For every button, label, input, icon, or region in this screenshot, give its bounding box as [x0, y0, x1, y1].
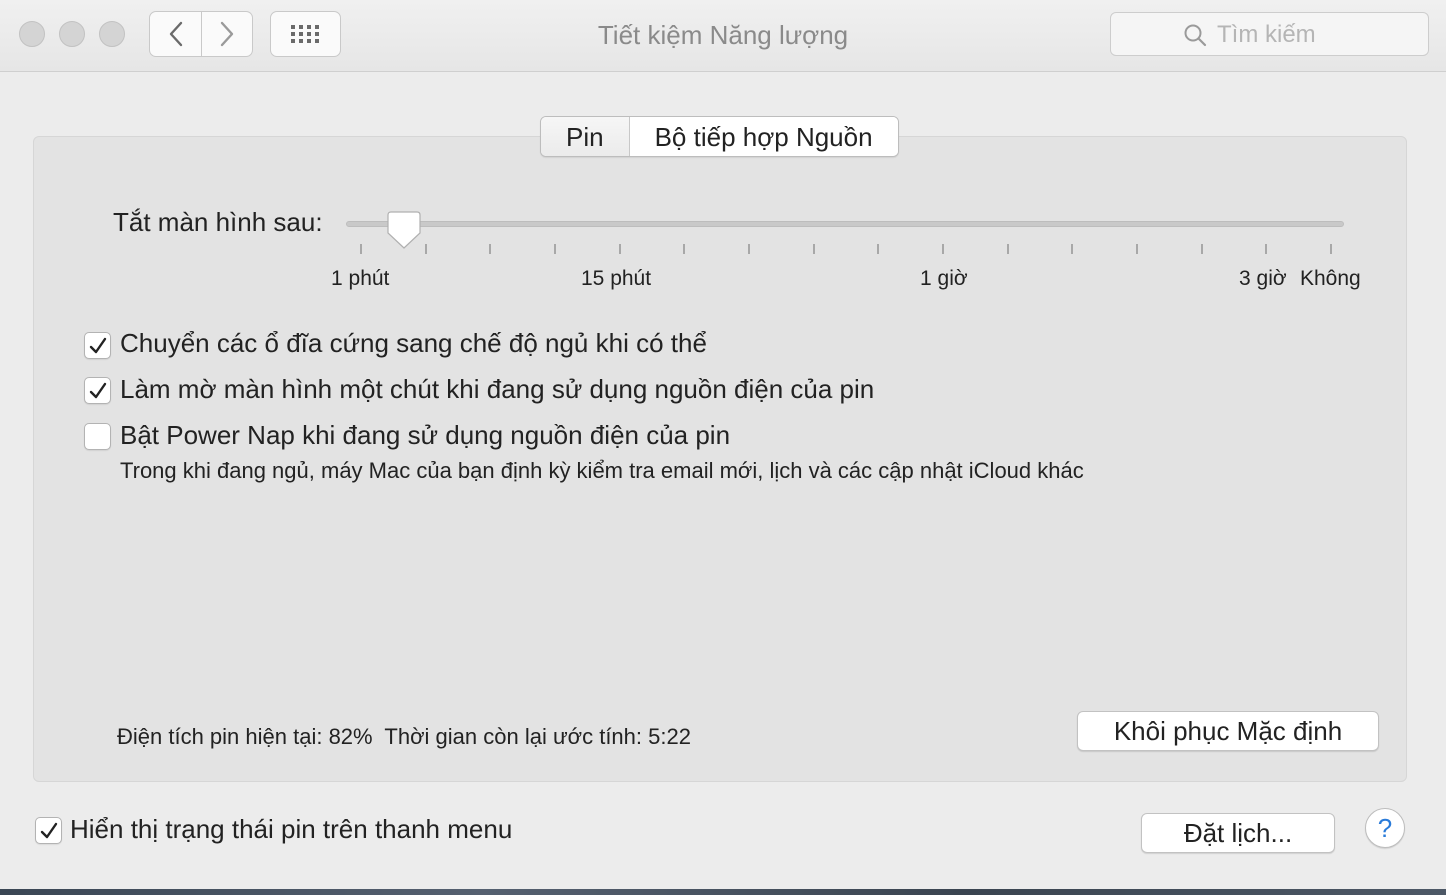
search-field[interactable]: Tìm kiếm — [1110, 12, 1429, 56]
dim-display-checkbox[interactable] — [84, 377, 111, 404]
search-icon — [1184, 24, 1207, 47]
tick-label-1-hour: 1 giờ — [920, 267, 968, 290]
checkmark-icon — [40, 822, 57, 838]
tab-power-adapter[interactable]: Bộ tiếp hợp Nguồn — [629, 117, 898, 156]
slider-tick — [360, 244, 362, 254]
help-button[interactable]: ? — [1365, 808, 1405, 848]
hard-disk-sleep-checkbox[interactable] — [84, 332, 111, 359]
slider-tick — [554, 244, 556, 254]
slider-tick — [877, 244, 880, 254]
show-battery-status-checkbox[interactable] — [35, 817, 62, 844]
power-nap-description: Trong khi đang ngủ, máy Mac của bạn định… — [120, 458, 1084, 483]
slider-tick — [683, 244, 686, 254]
battery-status-text: Điện tích pin hiện tại: 82% Thời gian cò… — [117, 724, 691, 749]
power-nap-checkbox[interactable] — [84, 423, 111, 450]
display-sleep-label: Tắt màn hình sau: — [113, 207, 323, 237]
schedule-button[interactable]: Đặt lịch... — [1141, 813, 1335, 853]
tick-label-1-minute: 1 phút — [331, 267, 390, 290]
slider-tick — [748, 244, 750, 254]
dim-display-label: Làm mờ màn hình một chút khi đang sử dụn… — [120, 374, 875, 404]
power-nap-label: Bật Power Nap khi đang sử dụng nguồn điệ… — [120, 420, 731, 450]
slider-tick — [942, 244, 944, 254]
slider-tick — [489, 244, 492, 254]
tick-label-3-hours: 3 giờ — [1239, 267, 1287, 290]
desktop-background — [0, 889, 1446, 895]
slider-tick — [812, 244, 815, 254]
slider-thumb[interactable] — [387, 211, 421, 249]
slider-tick — [618, 244, 621, 254]
slider-tick — [424, 244, 427, 254]
title-bar: Tiết kiệm Năng lượng Tìm kiếm — [0, 0, 1446, 72]
slider-tick — [1330, 244, 1332, 254]
tick-label-15-minutes: 15 phút — [581, 267, 652, 290]
checkmark-icon — [89, 382, 106, 398]
power-source-tabs: Pin Bộ tiếp hợp Nguồn — [540, 116, 899, 157]
slider-tick — [1265, 244, 1268, 254]
tick-label-never: Không — [1300, 267, 1361, 290]
slider-tick — [1200, 244, 1203, 254]
display-sleep-slider[interactable] — [346, 221, 1344, 227]
slider-tick — [1071, 244, 1074, 254]
checkmark-icon — [89, 337, 106, 353]
restore-defaults-button[interactable]: Khôi phục Mặc định — [1077, 711, 1379, 751]
search-placeholder: Tìm kiếm — [1217, 21, 1316, 48]
show-battery-status-label: Hiển thị trạng thái pin trên thanh menu — [70, 814, 513, 844]
hard-disk-sleep-label: Chuyển các ổ đĩa cứng sang chế độ ngủ kh… — [120, 328, 707, 358]
slider-tick — [1136, 244, 1138, 254]
slider-tick — [1006, 244, 1009, 254]
tab-battery[interactable]: Pin — [541, 117, 630, 156]
